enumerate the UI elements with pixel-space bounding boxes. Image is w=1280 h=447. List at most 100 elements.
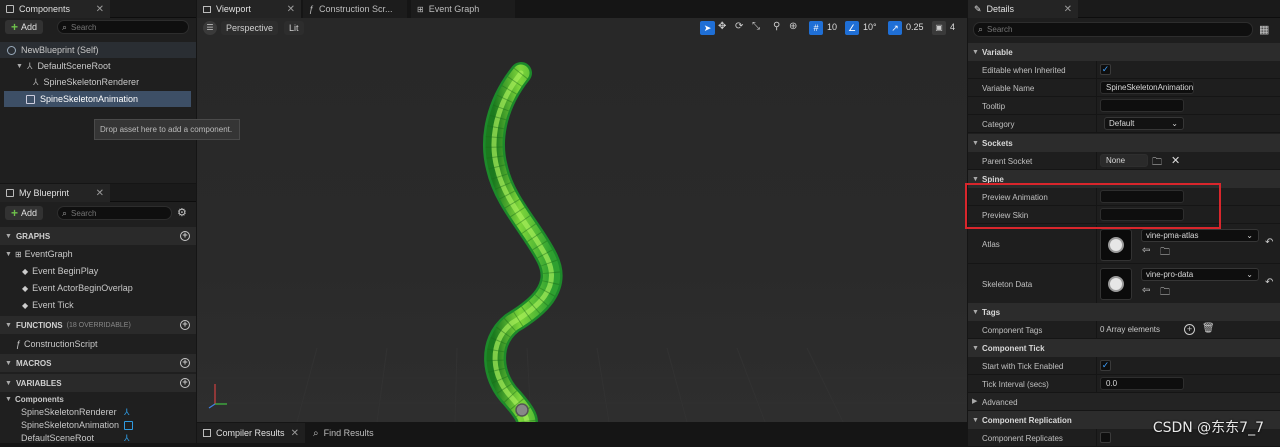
editable-when-inherited-checkbox[interactable]: ✓ [1100,64,1111,75]
my-blueprint-search[interactable]: ⌕ [57,206,172,220]
close-icon[interactable]: ✕ [96,188,104,199]
section-sockets-label: Sockets [982,138,1013,148]
tooltip-input[interactable] [1100,99,1184,112]
trash-icon[interactable]: 🗑 [1202,323,1215,334]
section-graphs[interactable]: ▼ GRAPHS + [0,227,196,245]
expand-arrow-icon: ▼ [16,62,23,70]
details-panel: ✎ Details ✕ ⌕ ▦ ▼Variable Editable when … [965,0,1280,447]
tree-item-spine-animation[interactable]: SpineSkeletonAnimation [4,91,191,107]
close-icon[interactable]: ✕ [287,4,295,15]
components-search-input[interactable] [71,22,172,32]
reset-arrow-icon[interactable]: ↶ [1265,277,1273,288]
add-component-button[interactable]: + Add [5,20,44,34]
my-blueprint-search-input[interactable] [71,208,159,218]
add-function-icon[interactable]: + [180,320,190,330]
rotate-tool-icon[interactable]: ⟳ [735,21,743,32]
collapse-arrow-icon: ▼ [972,416,979,424]
tab-event-graph[interactable]: ⊞ Event Graph [411,0,515,18]
reset-arrow-icon[interactable]: ↶ [1265,237,1273,248]
section-tags[interactable]: ▼ Tags [968,303,1280,321]
perspective-button[interactable]: Perspective [221,21,279,35]
scale-snap-icon[interactable]: ↗ [888,21,902,35]
browse-icon[interactable]: 🗀 [1160,285,1170,302]
tick-interval-label: Tick Interval (secs) [982,379,1049,389]
add-macro-icon[interactable]: + [180,358,190,368]
viewport[interactable]: ☰ Perspective Lit ➤ ✥ ⟳ ⤡ ⚲ ⊕ # 10 ∠ 10°… [197,18,967,422]
row-divider [1096,115,1097,132]
viewport-menu-button[interactable]: ☰ [203,21,217,35]
skeleton-data-thumbnail[interactable] [1100,268,1132,300]
add-element-icon[interactable]: + [1184,324,1195,335]
tab-components[interactable]: Components ✕ [0,0,110,18]
use-selected-icon[interactable]: ⇦ [1142,285,1150,296]
component-replicates-checkbox[interactable] [1100,432,1111,443]
tab-details[interactable]: ✎ Details ✕ [968,0,1078,18]
details-tab-label: Details [986,4,1015,14]
scale-snap-value[interactable]: 0.25 [906,22,924,32]
settings-gear-icon[interactable]: ⚙ [177,206,187,219]
tree-item-default-scene-root[interactable]: ▼ ⅄ DefaultSceneRoot [0,58,196,74]
components-tab-label: Components [19,4,71,14]
tab-viewport[interactable]: Viewport ✕ [197,0,301,18]
translate-tool-icon[interactable]: ✥ [718,21,726,32]
surface-snap-icon[interactable]: ⚲ [773,21,780,32]
select-tool-icon[interactable]: ➤ [700,21,715,35]
components-search[interactable]: ⌕ [57,20,189,34]
close-icon[interactable]: ✕ [291,428,299,439]
close-icon[interactable]: ✕ [1064,4,1072,15]
grid-snap-value[interactable]: 10 [827,22,837,32]
details-search[interactable]: ⌕ [973,22,1253,37]
section-functions[interactable]: ▼ FUNCTIONS (18 OVERRIDABLE) + [0,316,196,334]
section-variable[interactable]: ▼ Variable [968,43,1280,61]
my-blueprint-tabbar: My Blueprint ✕ [0,184,196,202]
row-advanced[interactable]: ▶ Advanced [968,393,1280,411]
event-item[interactable]: ◆ Event BeginPlay [0,263,196,279]
scale-tool-icon[interactable]: ⤡ [752,21,760,32]
details-search-input[interactable] [987,25,1207,34]
start-with-tick-checkbox[interactable]: ✓ [1100,360,1111,371]
variable-name-input[interactable]: SpineSkeletonAnimation [1100,81,1194,94]
tab-compiler-results[interactable]: Compiler Results ✕ [197,423,305,443]
add-graph-icon[interactable]: + [180,231,190,241]
section-component-tick[interactable]: ▼ Component Tick [968,339,1280,357]
world-space-icon[interactable]: ⊕ [789,21,797,32]
section-macros[interactable]: ▼ MACROS + [0,354,196,372]
camera-speed-value[interactable]: 4 [950,22,955,32]
parent-socket-value: None [1100,154,1148,167]
browse-icon[interactable]: 🗀 [1160,245,1170,262]
tick-interval-input[interactable]: 0.0 [1100,377,1184,390]
grid-snap-icon[interactable]: # [809,21,823,35]
atlas-thumbnail[interactable] [1100,229,1132,261]
variable-name-label: Variable Name [982,83,1035,93]
row-variable-name: Variable Name SpineSkeletonAnimation [968,79,1280,97]
table-view-icon[interactable]: ▦ [1259,23,1269,36]
tree-item-spine-renderer[interactable]: ⅄ SpineSkeletonRenderer [0,74,196,90]
lit-button[interactable]: Lit [284,21,304,35]
rotation-snap-icon[interactable]: ∠ [845,21,859,35]
event-item[interactable]: ◆ Event ActorBeginOverlap [0,280,196,296]
use-selected-icon[interactable]: ⇦ [1142,245,1150,256]
atlas-dropdown[interactable]: vine-pma-atlas ⌄ [1141,229,1259,242]
construction-script-item[interactable]: ƒ ConstructionScript [0,336,196,352]
tab-find-results[interactable]: ⌕ Find Results [307,423,415,443]
tree-item-self[interactable]: NewBlueprint (Self) [0,42,196,58]
variable-item[interactable]: DefaultSceneRoot ⅄ [0,430,196,446]
section-variables-label: VARIABLES [15,378,62,388]
asset-cube-icon [1108,276,1124,292]
close-icon[interactable]: ✕ [96,4,104,15]
camera-speed-icon[interactable]: ▣ [932,21,946,35]
add-variable-icon[interactable]: + [180,378,190,388]
add-blueprint-item-button[interactable]: + Add [5,206,44,220]
category-dropdown[interactable]: Default ⌄ [1104,117,1184,130]
rotation-snap-value[interactable]: 10° [863,22,877,32]
tab-my-blueprint[interactable]: My Blueprint ✕ [0,184,110,202]
event-item[interactable]: ◆ Event Tick [0,297,196,313]
clear-icon[interactable]: ✕ [1171,154,1180,167]
row-divider [1096,375,1097,392]
section-sockets[interactable]: ▼ Sockets [968,134,1280,152]
section-variables[interactable]: ▼ VARIABLES + [0,374,196,392]
skeleton-data-dropdown[interactable]: vine-pro-data ⌄ [1141,268,1259,281]
tab-construction-script[interactable]: ƒ Construction Scr... [303,0,407,18]
event-graph-item[interactable]: ▼ ⊞ EventGraph [0,246,196,262]
row-component-tags: Component Tags 0 Array elements + 🗑 [968,321,1280,339]
